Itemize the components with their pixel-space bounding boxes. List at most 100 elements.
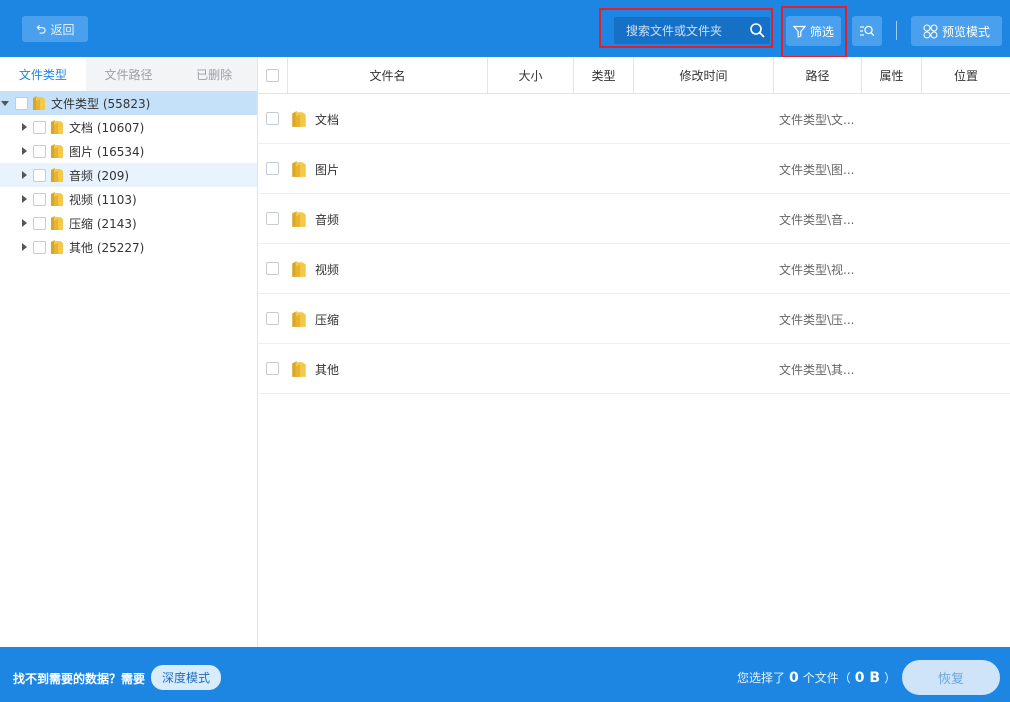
tree-item-label: 压缩 (2143) — [69, 216, 137, 231]
toolbar-divider — [896, 21, 897, 40]
tree-checkbox[interactable] — [33, 192, 46, 206]
row-filename: 压缩 — [315, 313, 340, 327]
tree-item-label: 文件类型 (55823) — [51, 96, 151, 111]
select-all-checkbox[interactable] — [266, 68, 279, 82]
tree-item-images[interactable]: 图片 (16534) — [0, 139, 257, 163]
folder-icon — [292, 311, 306, 327]
expand-arrow-icon[interactable] — [18, 217, 30, 229]
tree-item-other[interactable]: 其他 (25227) — [0, 235, 257, 259]
folder-icon — [51, 192, 63, 206]
folder-icon — [33, 96, 45, 110]
list-search-icon — [860, 25, 875, 37]
expand-arrow-icon[interactable] — [18, 241, 30, 253]
row-path: 文件类型\图... — [779, 163, 855, 177]
status-suffix: ） — [884, 671, 897, 685]
status-mid: 个文件（ — [802, 671, 851, 685]
tree-checkbox[interactable] — [33, 168, 46, 182]
row-filename: 视频 — [315, 263, 340, 277]
tree-checkbox[interactable] — [15, 96, 28, 110]
preview-mode-label: 预览模式 — [941, 24, 990, 39]
selected-count: 0 — [789, 669, 799, 686]
file-table-header: 文件名 大小 类型 修改时间 路径 属性 位置 — [258, 57, 1010, 94]
column-header-path[interactable]: 路径 — [774, 57, 862, 93]
recover-button[interactable]: 恢复 — [902, 660, 1000, 695]
preview-mode-button[interactable]: 预览模式 — [911, 16, 1002, 46]
column-header-name[interactable]: 文件名 — [288, 57, 488, 93]
folder-icon — [292, 161, 306, 177]
folder-icon — [51, 240, 63, 254]
collapse-arrow-icon[interactable] — [0, 97, 12, 109]
tree-item-label: 视频 (1103) — [69, 192, 137, 207]
left-panel: 文件类型 文件路径 已删除 文件类型 (55823) 文档 (10607) 图片… — [0, 57, 258, 647]
tree-item-archives[interactable]: 压缩 (2143) — [0, 211, 257, 235]
row-filename: 文档 — [315, 113, 340, 127]
undo-arrow-icon — [36, 24, 47, 34]
deep-mode-button[interactable]: 深度模式 — [151, 665, 221, 690]
column-header-type[interactable]: 类型 — [574, 57, 634, 93]
status-prefix: 您选择了 — [737, 671, 786, 685]
row-checkbox[interactable] — [266, 262, 279, 275]
column-header-modified[interactable]: 修改时间 — [634, 57, 774, 93]
folder-icon — [292, 211, 306, 227]
table-row[interactable]: 其他 文件类型\其... — [258, 344, 1010, 394]
file-tree: 文件类型 (55823) 文档 (10607) 图片 (16534) 音频 (2… — [0, 91, 257, 259]
advanced-search-button[interactable] — [852, 16, 882, 46]
file-table-body: 文档 文件类型\文... 图片 文件类型\图... 音频 文件类型\音... 视… — [258, 94, 1010, 394]
row-path: 文件类型\文... — [779, 113, 855, 127]
column-header-size[interactable]: 大小 — [488, 57, 574, 93]
row-path: 文件类型\其... — [779, 363, 855, 377]
expand-arrow-icon[interactable] — [18, 145, 30, 157]
tree-item-audio[interactable]: 音频 (209) — [0, 163, 257, 187]
tree-item-documents[interactable]: 文档 (10607) — [0, 115, 257, 139]
selection-status: 您选择了 0 个文件（ 0 B ） — [737, 669, 896, 686]
tab-file-type[interactable]: 文件类型 — [0, 57, 86, 91]
top-toolbar: 返回 筛选 预览模式 — [0, 0, 1010, 58]
tab-deleted[interactable]: 已删除 — [171, 57, 258, 91]
back-button[interactable]: 返回 — [22, 16, 88, 42]
row-filename: 图片 — [315, 163, 340, 177]
row-checkbox[interactable] — [266, 362, 279, 375]
table-row[interactable]: 压缩 文件类型\压... — [258, 294, 1010, 344]
row-filename: 音频 — [315, 213, 340, 227]
tree-item-root[interactable]: 文件类型 (55823) — [0, 91, 257, 115]
expand-arrow-icon[interactable] — [18, 121, 30, 133]
folder-icon — [51, 168, 63, 182]
deep-mode-hint: 找不到需要的数据？需要 — [13, 672, 146, 686]
tree-item-label: 图片 (16534) — [69, 144, 145, 159]
tree-checkbox[interactable] — [33, 144, 46, 158]
row-checkbox[interactable] — [266, 162, 279, 175]
folder-icon — [292, 111, 306, 127]
tab-file-path[interactable]: 文件路径 — [85, 57, 172, 91]
row-checkbox[interactable] — [266, 312, 279, 325]
tree-checkbox[interactable] — [33, 120, 46, 134]
tree-checkbox[interactable] — [33, 240, 46, 254]
table-row[interactable]: 图片 文件类型\图... — [258, 144, 1010, 194]
search-icon[interactable] — [749, 22, 766, 39]
grid-icon — [923, 23, 938, 39]
row-checkbox[interactable] — [266, 112, 279, 125]
row-path: 文件类型\音... — [779, 213, 855, 227]
tree-item-label: 音频 (209) — [69, 168, 130, 183]
column-header-attributes[interactable]: 属性 — [862, 57, 922, 93]
row-path: 文件类型\压... — [779, 313, 855, 327]
search-input[interactable] — [614, 17, 746, 44]
expand-arrow-icon[interactable] — [18, 193, 30, 205]
table-row[interactable]: 文档 文件类型\文... — [258, 94, 1010, 144]
table-row[interactable]: 视频 文件类型\视... — [258, 244, 1010, 294]
row-checkbox[interactable] — [266, 212, 279, 225]
table-row[interactable]: 音频 文件类型\音... — [258, 194, 1010, 244]
expand-arrow-icon[interactable] — [18, 169, 30, 181]
folder-icon — [292, 361, 306, 377]
selected-size: 0 B — [854, 669, 881, 686]
column-header-location[interactable]: 位置 — [922, 57, 1010, 93]
select-all-cell — [258, 57, 288, 93]
bottom-bar: 找不到需要的数据？需要 深度模式 您选择了 0 个文件（ 0 B ） 恢复 — [0, 647, 1010, 702]
tree-item-label: 其他 (25227) — [69, 240, 145, 255]
tree-checkbox[interactable] — [33, 216, 46, 230]
tree-item-label: 文档 (10607) — [69, 120, 145, 135]
filter-button[interactable]: 筛选 — [786, 16, 841, 46]
back-button-label: 返回 — [50, 22, 75, 37]
filter-button-label: 筛选 — [809, 24, 834, 39]
tree-item-video[interactable]: 视频 (1103) — [0, 187, 257, 211]
row-path: 文件类型\视... — [779, 263, 855, 277]
